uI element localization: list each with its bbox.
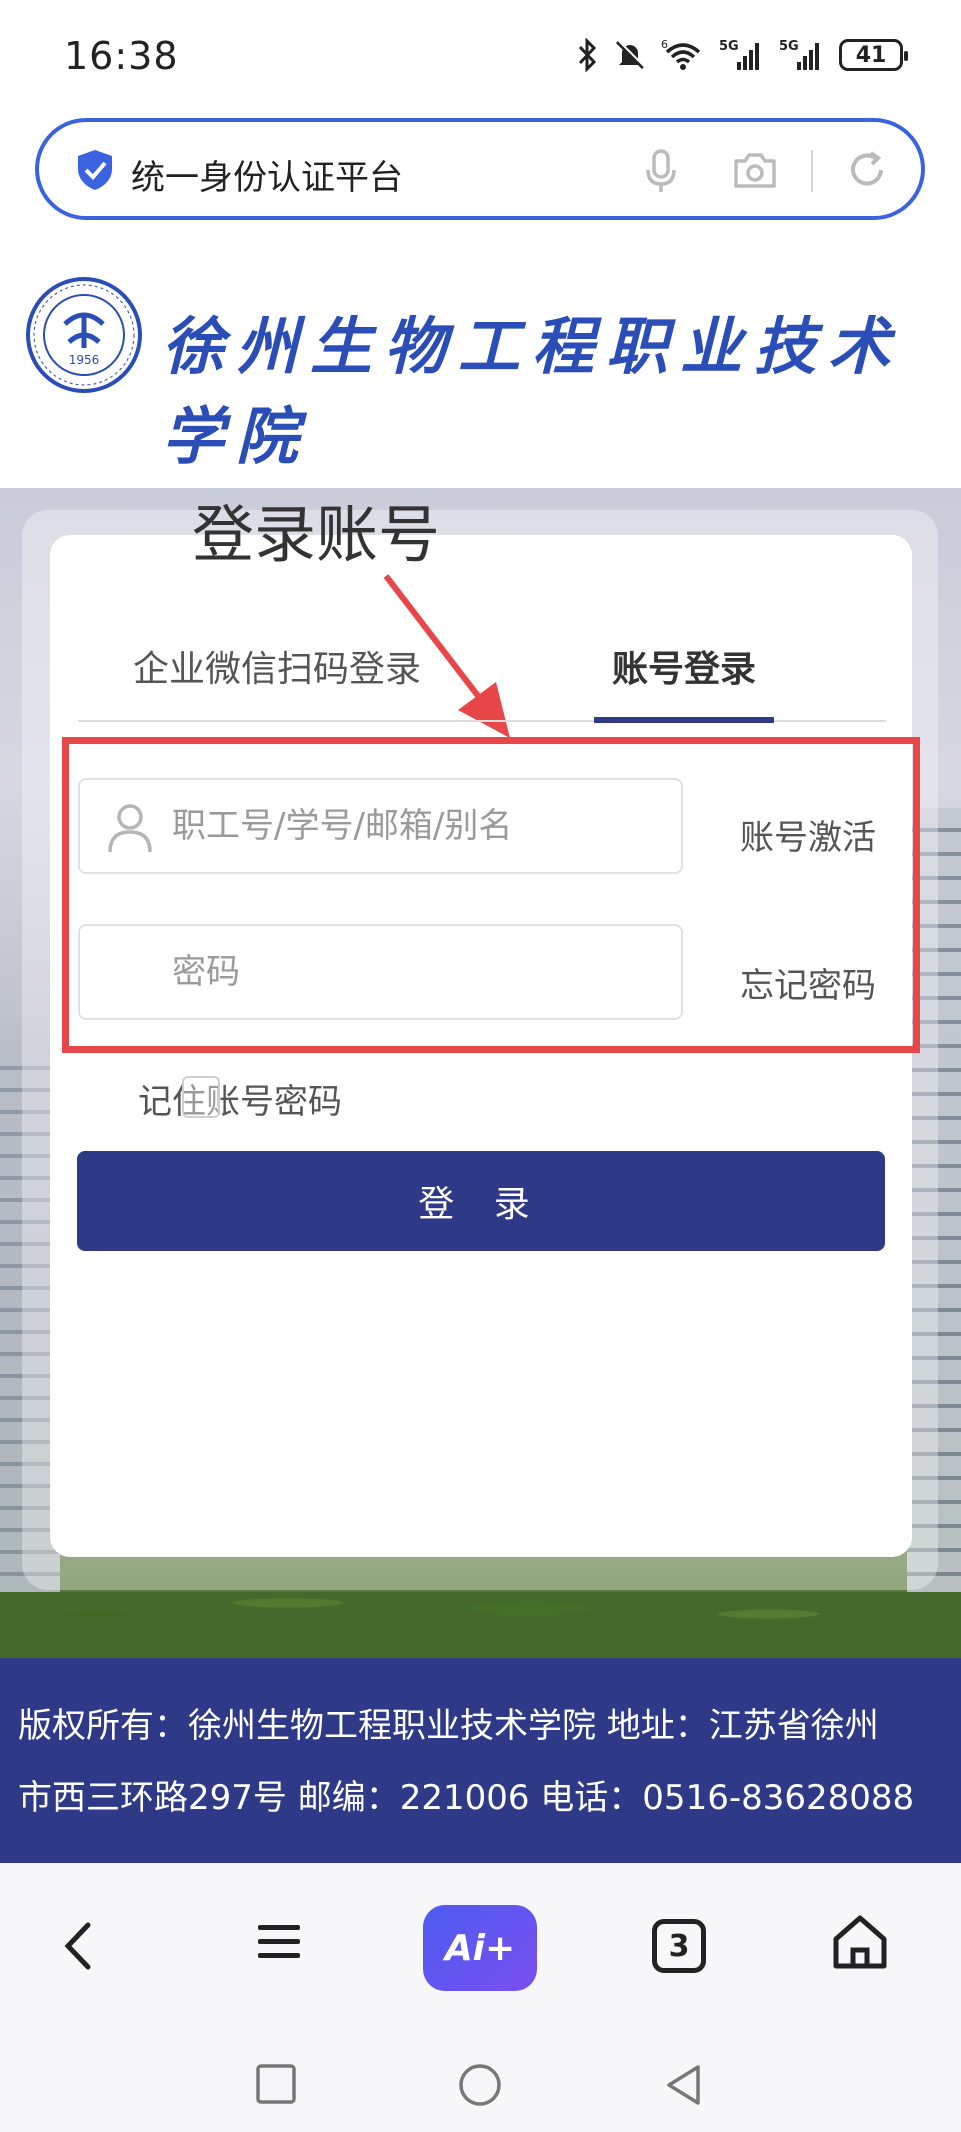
battery-indicator: 41	[839, 39, 908, 71]
footer: 版权所有：徐州生物工程职业技术学院 地址：江苏省徐州 市西三环路297号 邮编：…	[0, 1658, 961, 1863]
menu-icon	[258, 1925, 300, 1958]
remember-label: 记住账号密码	[138, 1082, 342, 1122]
back-button[interactable]	[60, 1919, 96, 1973]
recents-icon[interactable]	[255, 2063, 297, 2105]
footer-line-1: 版权所有：徐州生物工程职业技术学院 地址：江苏省徐州	[18, 1706, 879, 1746]
ai-assistant-button[interactable]: Ai+	[423, 1905, 537, 1991]
remember-credentials[interactable]: 记住账号密码	[138, 1074, 342, 1123]
home-icon	[833, 1915, 887, 1969]
microphone-icon[interactable]	[643, 148, 679, 194]
annotation-title: 登录账号	[192, 498, 441, 571]
login-button[interactable]: 登 录	[77, 1151, 885, 1251]
back-triangle-icon[interactable]	[664, 2063, 704, 2107]
tab-account-login[interactable]: 账号登录	[612, 640, 756, 692]
remember-checkbox[interactable]	[182, 1076, 220, 1118]
school-header: 1956 徐州生物工程职业技术学院	[0, 236, 961, 488]
refresh-icon[interactable]	[845, 148, 889, 192]
bell-off-icon	[615, 40, 646, 70]
active-tab-indicator	[594, 717, 774, 723]
svg-text:6: 6	[661, 38, 668, 51]
status-bar: 16:38 6 5G 5G 41	[0, 0, 961, 116]
tab-switcher-button[interactable]: 3	[652, 1919, 706, 1973]
signal-5g-icon: 5G	[779, 39, 819, 70]
status-icons: 6 5G 5G 41	[577, 38, 908, 72]
signal-5g-icon: 5G	[719, 39, 759, 70]
browser-toolbar: Ai+ 3	[0, 1863, 961, 2033]
school-logo: 1956	[26, 277, 142, 393]
wifi-icon: 6	[661, 38, 701, 70]
address-bar[interactable]: 统一身份认证平台	[35, 118, 925, 220]
home-circle-icon[interactable]	[458, 2063, 502, 2107]
annotation-highlight-box	[62, 737, 920, 1053]
logo-year: 1956	[69, 353, 100, 367]
bluetooth-icon	[578, 38, 597, 72]
address-title[interactable]: 统一身份认证平台	[131, 150, 403, 199]
footer-line-2: 市西三环路297号 邮编：221006 电话：0516-83628088	[18, 1778, 915, 1818]
system-navigation-bar	[0, 2033, 961, 2132]
status-time: 16:38	[64, 34, 179, 78]
home-button[interactable]	[830, 1913, 890, 1971]
tab-wechat-scan-login[interactable]: 企业微信扫码登录	[133, 640, 421, 692]
back-arrow-icon	[64, 1922, 91, 1970]
menu-button[interactable]	[256, 1919, 302, 1965]
svg-text:5G: 5G	[719, 39, 739, 54]
school-name: 徐州生物工程职业技术学院	[162, 310, 903, 473]
svg-text:5G: 5G	[779, 39, 799, 54]
address-divider	[811, 150, 813, 192]
shield-icon	[78, 150, 112, 190]
camera-icon[interactable]	[731, 148, 779, 192]
